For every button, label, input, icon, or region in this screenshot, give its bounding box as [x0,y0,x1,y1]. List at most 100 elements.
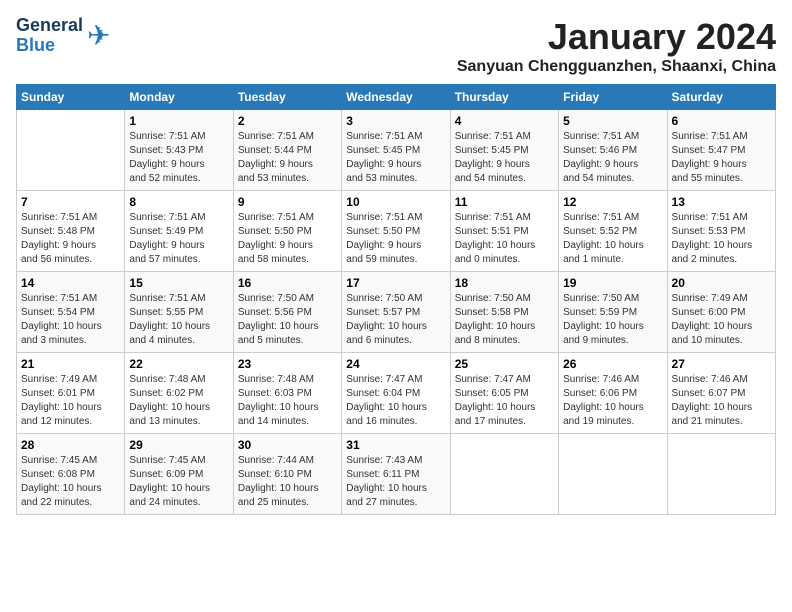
header-day-friday: Friday [559,85,667,110]
day-number: 3 [346,114,445,128]
calendar-cell: 15 Sunrise: 7:51 AM Sunset: 5:55 PM Dayli… [125,272,233,353]
day-number: 30 [238,438,337,452]
day-info: Sunrise: 7:51 AM Sunset: 5:49 PM Dayligh… [129,211,228,267]
day-number: 1 [129,114,228,128]
day-info: Sunrise: 7:50 AM Sunset: 5:58 PM Dayligh… [455,292,554,348]
day-number: 10 [346,195,445,209]
day-info: Sunrise: 7:46 AM Sunset: 6:07 PM Dayligh… [672,373,771,429]
day-info: Sunrise: 7:48 AM Sunset: 6:02 PM Dayligh… [129,373,228,429]
day-number: 8 [129,195,228,209]
calendar-cell [450,434,558,515]
week-row-4: 21 Sunrise: 7:49 AM Sunset: 6:01 PM Dayli… [17,353,776,434]
day-info: Sunrise: 7:47 AM Sunset: 6:04 PM Dayligh… [346,373,445,429]
calendar-cell: 17 Sunrise: 7:50 AM Sunset: 5:57 PM Dayli… [342,272,450,353]
day-number: 17 [346,276,445,290]
calendar-cell: 6Sunrise: 7:51 AM Sunset: 5:47 PM Daylig… [667,110,775,191]
day-info: Sunrise: 7:46 AM Sunset: 6:06 PM Dayligh… [563,373,662,429]
week-row-3: 14 Sunrise: 7:51 AM Sunset: 5:54 PM Dayli… [17,272,776,353]
month-title: January 2024 [457,16,776,58]
calendar-cell: 3 Sunrise: 7:51 AM Sunset: 5:45 PM Daylig… [342,110,450,191]
logo-bird-icon: ✈ [87,22,110,50]
calendar-cell: 27 Sunrise: 7:46 AM Sunset: 6:07 PM Dayli… [667,353,775,434]
day-number: 27 [672,357,771,371]
day-info: Sunrise: 7:44 AM Sunset: 6:10 PM Dayligh… [238,454,337,510]
calendar-cell: 18 Sunrise: 7:50 AM Sunset: 5:58 PM Dayli… [450,272,558,353]
day-number: 18 [455,276,554,290]
week-row-2: 7Sunrise: 7:51 AM Sunset: 5:48 PM Daylig… [17,191,776,272]
day-number: 26 [563,357,662,371]
day-info: Sunrise: 7:51 AM Sunset: 5:46 PM Dayligh… [563,130,662,186]
day-number: 20 [672,276,771,290]
day-info: Sunrise: 7:51 AM Sunset: 5:43 PM Dayligh… [129,130,228,186]
calendar-cell: 20 Sunrise: 7:49 AM Sunset: 6:00 PM Dayli… [667,272,775,353]
day-number: 5 [563,114,662,128]
calendar-cell: 7Sunrise: 7:51 AM Sunset: 5:48 PM Daylig… [17,191,125,272]
day-number: 6 [672,114,771,128]
title-block: January 2024 Sanyuan Chengguanzhen, Shaa… [457,16,776,76]
header-day-monday: Monday [125,85,233,110]
day-info: Sunrise: 7:50 AM Sunset: 5:57 PM Dayligh… [346,292,445,348]
day-number: 15 [129,276,228,290]
week-row-1: 1 Sunrise: 7:51 AM Sunset: 5:43 PM Daylig… [17,110,776,191]
page-header: General Blue ✈ January 2024 Sanyuan Chen… [16,16,776,76]
day-info: Sunrise: 7:51 AM Sunset: 5:53 PM Dayligh… [672,211,771,267]
calendar-header: SundayMondayTuesdayWednesdayThursdayFrid… [17,85,776,110]
calendar-cell: 30 Sunrise: 7:44 AM Sunset: 6:10 PM Dayli… [233,434,341,515]
location-title: Sanyuan Chengguanzhen, Shaanxi, China [457,58,776,76]
calendar-cell: 25Sunrise: 7:47 AM Sunset: 6:05 PM Dayli… [450,353,558,434]
calendar-cell: 28 Sunrise: 7:45 AM Sunset: 6:08 PM Dayli… [17,434,125,515]
day-number: 28 [21,438,120,452]
day-number: 21 [21,357,120,371]
header-day-wednesday: Wednesday [342,85,450,110]
logo-line2: Blue [16,36,83,56]
calendar-cell: 2Sunrise: 7:51 AM Sunset: 5:44 PM Daylig… [233,110,341,191]
calendar-cell: 21 Sunrise: 7:49 AM Sunset: 6:01 PM Dayli… [17,353,125,434]
day-info: Sunrise: 7:45 AM Sunset: 6:08 PM Dayligh… [21,454,120,510]
day-info: Sunrise: 7:51 AM Sunset: 5:55 PM Dayligh… [129,292,228,348]
calendar-cell: 16 Sunrise: 7:50 AM Sunset: 5:56 PM Dayli… [233,272,341,353]
calendar-cell: 10Sunrise: 7:51 AM Sunset: 5:50 PM Dayli… [342,191,450,272]
calendar-cell: 11Sunrise: 7:51 AM Sunset: 5:51 PM Dayli… [450,191,558,272]
day-number: 14 [21,276,120,290]
day-info: Sunrise: 7:45 AM Sunset: 6:09 PM Dayligh… [129,454,228,510]
day-number: 12 [563,195,662,209]
day-info: Sunrise: 7:50 AM Sunset: 5:56 PM Dayligh… [238,292,337,348]
calendar-cell: 23Sunrise: 7:48 AM Sunset: 6:03 PM Dayli… [233,353,341,434]
day-number: 29 [129,438,228,452]
calendar-cell: 31Sunrise: 7:43 AM Sunset: 6:11 PM Dayli… [342,434,450,515]
day-number: 23 [238,357,337,371]
day-info: Sunrise: 7:49 AM Sunset: 6:01 PM Dayligh… [21,373,120,429]
day-info: Sunrise: 7:51 AM Sunset: 5:45 PM Dayligh… [346,130,445,186]
header-day-thursday: Thursday [450,85,558,110]
day-info: Sunrise: 7:49 AM Sunset: 6:00 PM Dayligh… [672,292,771,348]
logo: General Blue ✈ [16,16,111,56]
calendar-cell [667,434,775,515]
day-number: 4 [455,114,554,128]
calendar-body: 1 Sunrise: 7:51 AM Sunset: 5:43 PM Daylig… [17,110,776,515]
calendar-cell: 26 Sunrise: 7:46 AM Sunset: 6:06 PM Dayli… [559,353,667,434]
calendar-table: SundayMondayTuesdayWednesdayThursdayFrid… [16,84,776,515]
day-number: 24 [346,357,445,371]
calendar-cell: 29 Sunrise: 7:45 AM Sunset: 6:09 PM Dayli… [125,434,233,515]
day-info: Sunrise: 7:50 AM Sunset: 5:59 PM Dayligh… [563,292,662,348]
calendar-cell: 4Sunrise: 7:51 AM Sunset: 5:45 PM Daylig… [450,110,558,191]
calendar-cell: 13Sunrise: 7:51 AM Sunset: 5:53 PM Dayli… [667,191,775,272]
day-number: 16 [238,276,337,290]
day-number: 9 [238,195,337,209]
calendar-cell [17,110,125,191]
week-row-5: 28 Sunrise: 7:45 AM Sunset: 6:08 PM Dayli… [17,434,776,515]
day-info: Sunrise: 7:51 AM Sunset: 5:50 PM Dayligh… [238,211,337,267]
calendar-cell: 19Sunrise: 7:50 AM Sunset: 5:59 PM Dayli… [559,272,667,353]
calendar-cell: 5 Sunrise: 7:51 AM Sunset: 5:46 PM Daylig… [559,110,667,191]
calendar-cell: 9 Sunrise: 7:51 AM Sunset: 5:50 PM Daylig… [233,191,341,272]
calendar-cell: 24 Sunrise: 7:47 AM Sunset: 6:04 PM Dayli… [342,353,450,434]
calendar-cell [559,434,667,515]
day-number: 31 [346,438,445,452]
day-number: 25 [455,357,554,371]
calendar-cell: 12Sunrise: 7:51 AM Sunset: 5:52 PM Dayli… [559,191,667,272]
day-number: 2 [238,114,337,128]
day-info: Sunrise: 7:51 AM Sunset: 5:54 PM Dayligh… [21,292,120,348]
day-number: 7 [21,195,120,209]
calendar-cell: 8 Sunrise: 7:51 AM Sunset: 5:49 PM Daylig… [125,191,233,272]
calendar-cell: 1 Sunrise: 7:51 AM Sunset: 5:43 PM Daylig… [125,110,233,191]
